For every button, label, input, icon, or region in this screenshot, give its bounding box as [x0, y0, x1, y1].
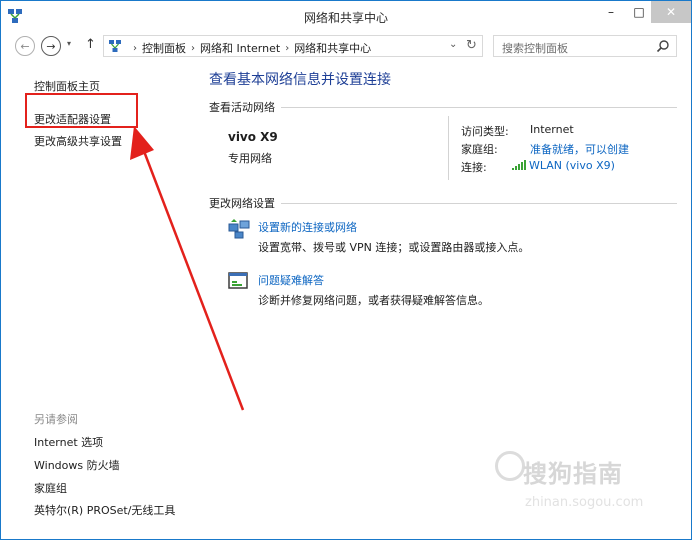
watermark-logo-icon	[495, 451, 525, 481]
homegroup-label: 家庭组:	[461, 143, 498, 156]
network-category-link[interactable]: 专用网络	[228, 150, 272, 166]
change-network-settings-label: 更改网络设置	[209, 197, 275, 210]
internet-options-link[interactable]: Internet 选项	[34, 434, 103, 450]
recent-locations-dropdown-icon[interactable]: ▾	[67, 39, 71, 48]
up-button[interactable]: ↑	[85, 37, 96, 52]
breadcrumb: › 控制面板 › 网络和 Internet › 网络和共享中心	[128, 40, 371, 56]
control-panel-icon	[109, 40, 121, 52]
network-divider	[448, 116, 449, 180]
window-title: 网络和共享中心	[303, 11, 388, 25]
network-setup-icon	[228, 219, 250, 239]
access-type-label: 访问类型:	[461, 125, 509, 138]
minimize-button[interactable]: –	[597, 1, 625, 23]
see-also-label: 另请参阅	[34, 413, 78, 426]
maximize-button[interactable]: □	[625, 1, 653, 23]
address-toolbar: ← → ▾ ↑ › 控制面板 › 网络和 Internet › 网络和共享中心 …	[1, 31, 691, 61]
troubleshoot-problems-description: 诊断并修复网络问题，或者获得疑难解答信息。	[258, 294, 489, 307]
page-title: 查看基本网络信息并设置连接	[209, 72, 391, 88]
troubleshoot-problems-link[interactable]: 问题疑难解答	[258, 272, 324, 288]
connection-value-link[interactable]: WLAN (vivo X9)	[512, 159, 615, 172]
breadcrumb-control-panel[interactable]: 控制面板	[142, 40, 186, 56]
search-icon[interactable]	[656, 39, 670, 53]
connection-name: WLAN (vivo X9)	[529, 159, 615, 172]
windows-firewall-link[interactable]: Windows 防火墙	[34, 457, 120, 473]
watermark-text: 搜狗指南	[523, 460, 623, 488]
troubleshoot-icon	[228, 272, 248, 289]
search-placeholder: 搜索控制面板	[502, 42, 568, 55]
breadcrumb-network-sharing-center[interactable]: 网络和共享中心	[294, 40, 371, 56]
connection-label: 连接:	[461, 161, 487, 174]
active-networks-label: 查看活动网络	[209, 101, 275, 114]
section-divider	[281, 107, 677, 108]
watermark-url: zhinan.sogou.com	[525, 495, 644, 510]
section-divider	[281, 203, 677, 204]
control-panel-home-link[interactable]: 控制面板主页	[34, 78, 100, 94]
refresh-icon[interactable]: ↻	[466, 38, 477, 53]
wifi-signal-icon	[512, 160, 526, 170]
address-bar[interactable]: › 控制面板 › 网络和 Internet › 网络和共享中心 ⌄ ↻	[103, 35, 483, 57]
setup-new-connection-link[interactable]: 设置新的连接或网络	[258, 219, 357, 235]
setup-new-connection-description: 设置宽带、拨号或 VPN 连接；或设置路由器或接入点。	[258, 241, 530, 254]
forward-button[interactable]: →	[41, 36, 61, 56]
access-type-value: Internet	[530, 123, 574, 136]
intel-proset-link[interactable]: 英特尔(R) PROSet/无线工具	[34, 502, 175, 518]
left-pane: 控制面板主页 更改适配器设置 更改高级共享设置 另请参阅 Internet 选项…	[1, 61, 197, 539]
title-bar: 网络和共享中心 – □ ✕	[1, 1, 691, 31]
breadcrumb-separator: ›	[285, 42, 290, 54]
network-name: vivo X9	[228, 130, 278, 144]
homegroup-value-link[interactable]: 准备就绪，可以创建	[530, 141, 629, 157]
breadcrumb-separator: ›	[191, 42, 195, 54]
close-button[interactable]: ✕	[651, 1, 691, 23]
address-dropdown-icon[interactable]: ⌄	[449, 39, 457, 50]
breadcrumb-separator: ›	[133, 42, 137, 54]
network-sharing-center-window: 网络和共享中心 – □ ✕ ← → ▾ ↑ › 控制面板 › 网络和 Inter…	[0, 0, 692, 540]
change-advanced-sharing-link[interactable]: 更改高级共享设置	[34, 133, 122, 149]
annotation-highlight-box	[25, 93, 138, 128]
homegroup-link[interactable]: 家庭组	[34, 480, 67, 496]
breadcrumb-network-internet[interactable]: 网络和 Internet	[200, 40, 280, 56]
search-input[interactable]: 搜索控制面板	[493, 35, 677, 57]
back-button[interactable]: ←	[15, 36, 35, 56]
